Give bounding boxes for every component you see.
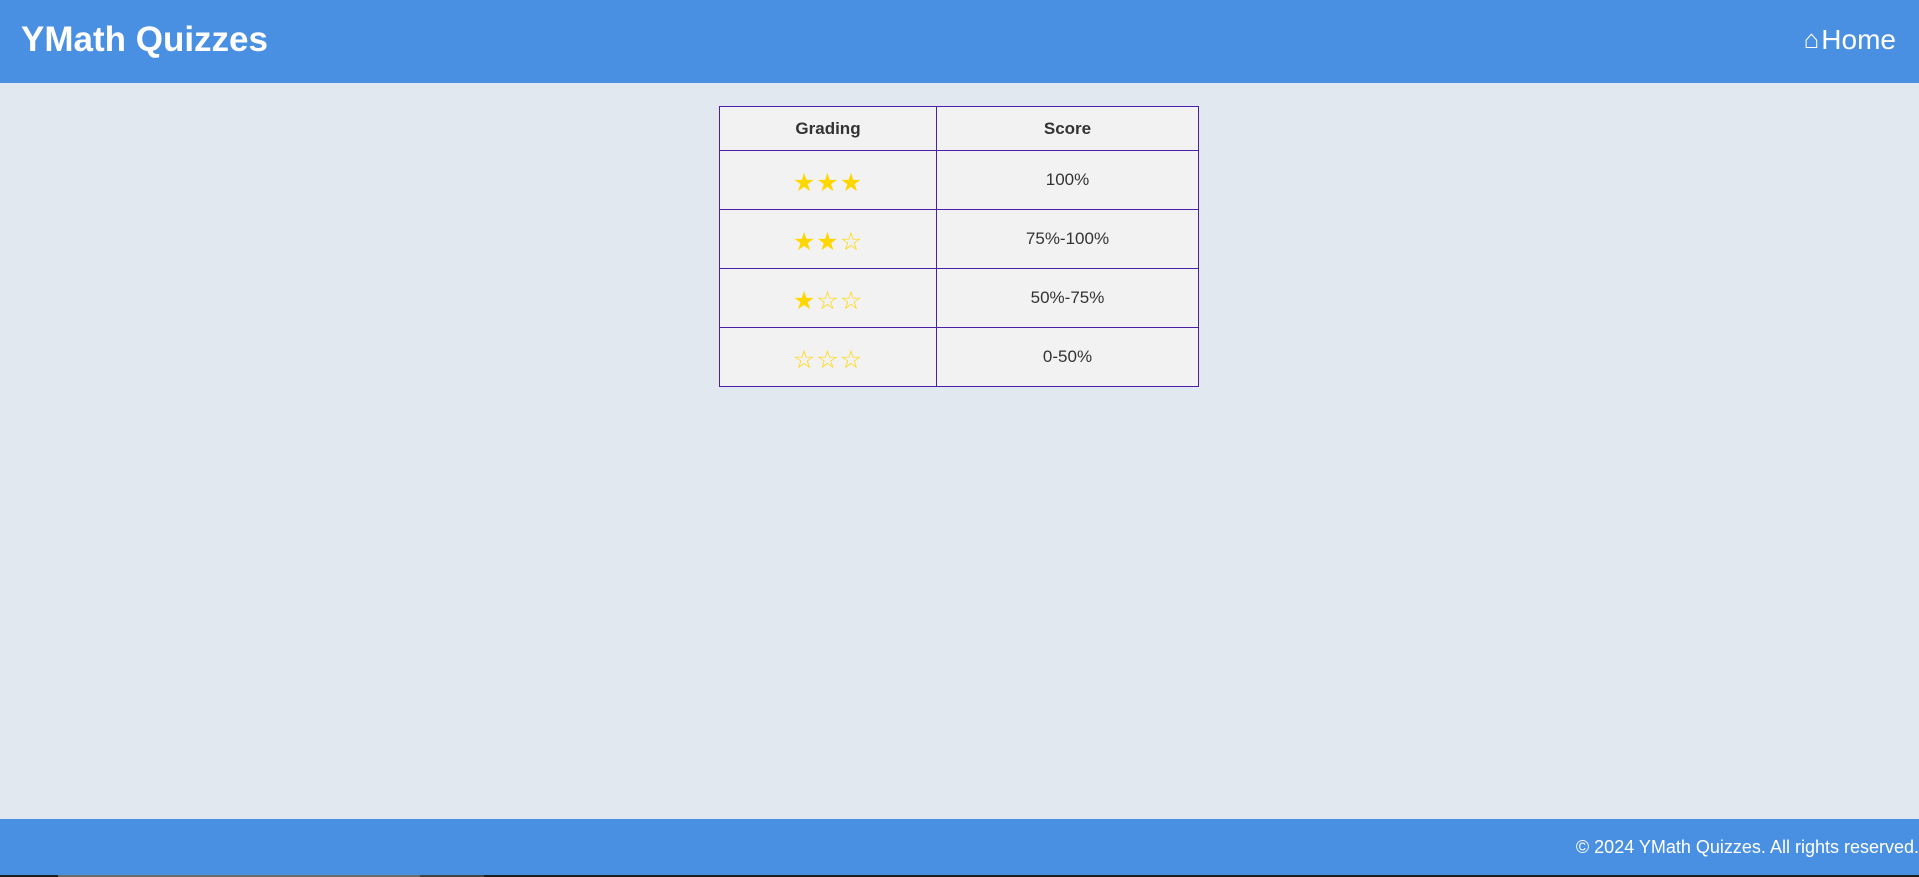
site-header: YMath Quizzes ⌂ Home [0,0,1919,83]
grading-column-header: Grading [719,106,937,151]
table-row: ☆☆☆ 0-50% [719,327,1199,387]
home-label: Home [1821,24,1896,55]
score-column-header: Score [936,106,1199,151]
table-header-row: Grading Score [719,106,1199,151]
grading-cell: ☆☆☆ [719,327,937,387]
star-rating-icon: ★★☆ [792,226,864,256]
score-value: 100% [1045,170,1090,189]
table-row: ★★★ 100% [719,150,1199,210]
score-cell: 75%-100% [936,209,1199,269]
score-cell: 100% [936,150,1199,210]
grading-cell: ★★★ [719,150,937,210]
score-cell: 50%-75% [936,268,1199,328]
home-link[interactable]: ⌂ Home [1804,0,1896,79]
score-value: 75%-100% [1025,229,1110,248]
star-rating-icon: ★☆☆ [792,285,864,315]
site-footer: © 2024 YMath Quizzes. All rights reserve… [0,819,1919,875]
grading-cell: ★★☆ [719,209,937,269]
table-row: ★☆☆ 50%-75% [719,268,1199,328]
star-rating-icon: ☆☆☆ [792,344,864,374]
score-value: 50%-75% [1030,288,1105,307]
grading-table: Grading Score ★★★ 100% ★★☆ 75%-100% ★☆☆ … [719,106,1199,387]
site-title: YMath Quizzes [21,20,268,59]
score-cell: 0-50% [936,327,1199,387]
table-row: ★★☆ 75%-100% [719,209,1199,269]
star-rating-icon: ★★★ [792,167,864,197]
score-value: 0-50% [1042,347,1093,366]
grading-cell: ★☆☆ [719,268,937,328]
copyright-text: © 2024 YMath Quizzes. All rights reserve… [1575,837,1919,857]
home-icon: ⌂ [1803,24,1820,54]
